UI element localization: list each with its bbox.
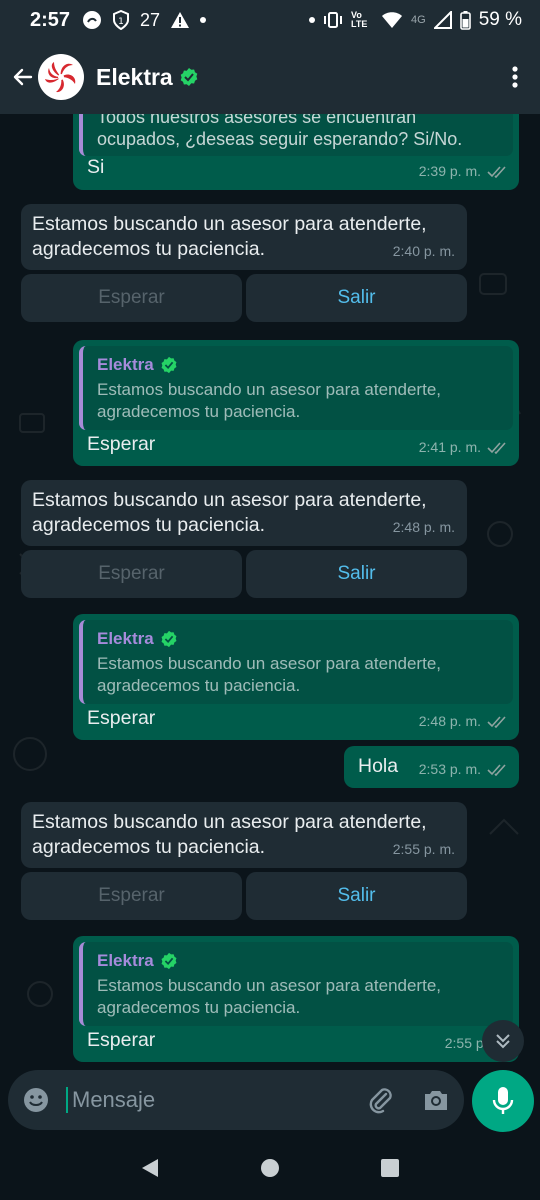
nav-back-icon[interactable] xyxy=(139,1157,161,1179)
double-check-icon xyxy=(487,165,506,178)
message-time: 2:55 p. m. xyxy=(392,841,455,857)
shield-notification-icon: 1 xyxy=(112,10,130,30)
message-time: 2:41 p. m. xyxy=(418,439,481,455)
back-button[interactable] xyxy=(10,57,36,97)
quoted-text: Todos nuestros asesores se encuentran oc… xyxy=(97,114,463,149)
arrow-left-icon xyxy=(13,68,33,86)
quick-reply-salir-button[interactable]: Salir xyxy=(246,274,467,322)
quoted-author: Elektra xyxy=(97,352,503,377)
message-text: Si xyxy=(87,156,105,178)
chevrons-down-icon xyxy=(496,1034,510,1049)
emoji-icon[interactable] xyxy=(22,1086,50,1114)
volte-label: Vo LTE xyxy=(351,10,368,29)
nav-home-icon[interactable] xyxy=(259,1157,281,1179)
camera-icon[interactable] xyxy=(422,1088,450,1112)
status-time: 2:57 xyxy=(30,8,71,31)
quoted-author-name: Elektra xyxy=(97,951,154,970)
notification-dot xyxy=(200,17,207,23)
composer-bar: Mensaje xyxy=(0,1066,540,1136)
contact-name-text: Elektra xyxy=(96,63,173,90)
message-meta: 2:53 p. m. xyxy=(419,757,507,782)
message-text: Esperar xyxy=(87,433,156,455)
verified-badge-icon xyxy=(161,356,177,373)
double-check-icon xyxy=(487,715,506,728)
message-time: 2:48 p. m. xyxy=(418,713,481,729)
quick-reply-esperar-button: Esperar xyxy=(21,550,242,598)
status-dot xyxy=(309,17,315,23)
microphone-icon xyxy=(492,1087,514,1114)
double-check-icon xyxy=(487,441,506,454)
quoted-message[interactable]: Todos nuestros asesores se encuentran oc… xyxy=(79,114,513,156)
quoted-message[interactable]: Elektra Estamos buscando un asesor para … xyxy=(79,942,513,1026)
composer-actions xyxy=(366,1086,450,1114)
paperclip-icon[interactable] xyxy=(366,1086,394,1114)
warning-icon xyxy=(170,11,190,29)
message-input[interactable]: Mensaje xyxy=(8,1070,464,1130)
signal-icon xyxy=(433,11,452,29)
elektra-logo-icon xyxy=(42,58,80,96)
message-incoming[interactable]: Estamos buscando un asesor para atendert… xyxy=(21,204,467,270)
message-outgoing[interactable]: Hola 2:53 p. m. xyxy=(344,746,519,788)
message-time: 2:40 p. m. xyxy=(392,243,455,259)
message-time: 2:48 p. m. xyxy=(392,519,455,535)
message-incoming[interactable]: Estamos buscando un asesor para atendert… xyxy=(21,802,467,868)
message-meta: 2:48 p. m. xyxy=(419,709,507,734)
message-text: Hola xyxy=(358,755,399,777)
message-time: 2:39 p. m. xyxy=(418,163,481,179)
network-type: 4G xyxy=(411,14,426,26)
contact-avatar[interactable] xyxy=(38,54,84,100)
message-outgoing[interactable]: Elektra Estamos buscando un asesor para … xyxy=(73,936,519,1062)
quoted-author: Elektra xyxy=(97,948,503,973)
more-options-button[interactable] xyxy=(500,57,530,97)
message-meta: 2:41 p. m. xyxy=(419,435,507,460)
message-outgoing[interactable]: Elektra Estamos buscando un asesor para … xyxy=(73,614,519,740)
scroll-to-bottom-button[interactable] xyxy=(482,1020,524,1062)
status-bar: 2:57 1 27 Vo LTE 4G 59 % xyxy=(0,0,540,40)
message-meta: 2:40 p. m. xyxy=(393,239,455,264)
chat-header: Elektra xyxy=(0,40,540,114)
vibrate-icon xyxy=(323,12,343,28)
message-text: Esperar xyxy=(87,707,156,729)
chat-area[interactable]: Todos nuestros asesores se encuentran oc… xyxy=(0,114,540,1136)
quoted-message[interactable]: Elektra Estamos buscando un asesor para … xyxy=(79,346,513,430)
status-right-icons: Vo LTE 4G 59 % xyxy=(309,9,522,31)
message-text: Esperar xyxy=(87,1029,156,1051)
message-meta: 2:55 p. m. xyxy=(393,837,455,862)
quoted-message[interactable]: Elektra Estamos buscando un asesor para … xyxy=(79,620,513,704)
message-outgoing[interactable]: Todos nuestros asesores se encuentran oc… xyxy=(73,114,519,190)
message-meta: 2:48 p. m. xyxy=(393,515,455,540)
quick-reply-salir-button[interactable]: Salir xyxy=(246,872,467,920)
quick-reply-salir-button[interactable]: Salir xyxy=(246,550,467,598)
verified-badge-icon xyxy=(180,68,198,86)
app-notification-icon xyxy=(82,10,102,30)
more-vertical-icon xyxy=(512,66,518,88)
quoted-author-name: Elektra xyxy=(97,355,154,374)
quick-reply-esperar-button: Esperar xyxy=(21,274,242,322)
status-left-icons: 1 27 xyxy=(82,9,207,31)
message-meta: 2:39 p. m. xyxy=(419,159,507,184)
battery-icon xyxy=(459,10,471,30)
quoted-author: Elektra xyxy=(97,626,503,651)
quoted-author-name: Elektra xyxy=(97,629,154,648)
quoted-text: Estamos buscando un asesor para atendert… xyxy=(97,380,441,421)
nav-recents-icon[interactable] xyxy=(379,1157,401,1179)
system-nav-bar xyxy=(0,1136,540,1200)
message-input-placeholder: Mensaje xyxy=(66,1087,155,1113)
double-check-icon xyxy=(487,763,506,776)
message-time: 2:53 p. m. xyxy=(418,761,481,777)
wifi-icon xyxy=(381,11,403,29)
contact-name[interactable]: Elektra xyxy=(96,64,199,91)
message-outgoing[interactable]: Elektra Estamos buscando un asesor para … xyxy=(73,340,519,466)
svg-text:1: 1 xyxy=(118,17,124,27)
battery-level: 59 % xyxy=(478,9,522,30)
quick-reply-esperar-button: Esperar xyxy=(21,872,242,920)
verified-badge-icon xyxy=(161,952,177,969)
voice-message-button[interactable] xyxy=(472,1070,534,1132)
notification-count: 27 xyxy=(140,9,161,30)
message-incoming[interactable]: Estamos buscando un asesor para atendert… xyxy=(21,480,467,546)
verified-badge-icon xyxy=(161,630,177,647)
quoted-text: Estamos buscando un asesor para atendert… xyxy=(97,976,441,1017)
quoted-text: Estamos buscando un asesor para atendert… xyxy=(97,654,441,695)
